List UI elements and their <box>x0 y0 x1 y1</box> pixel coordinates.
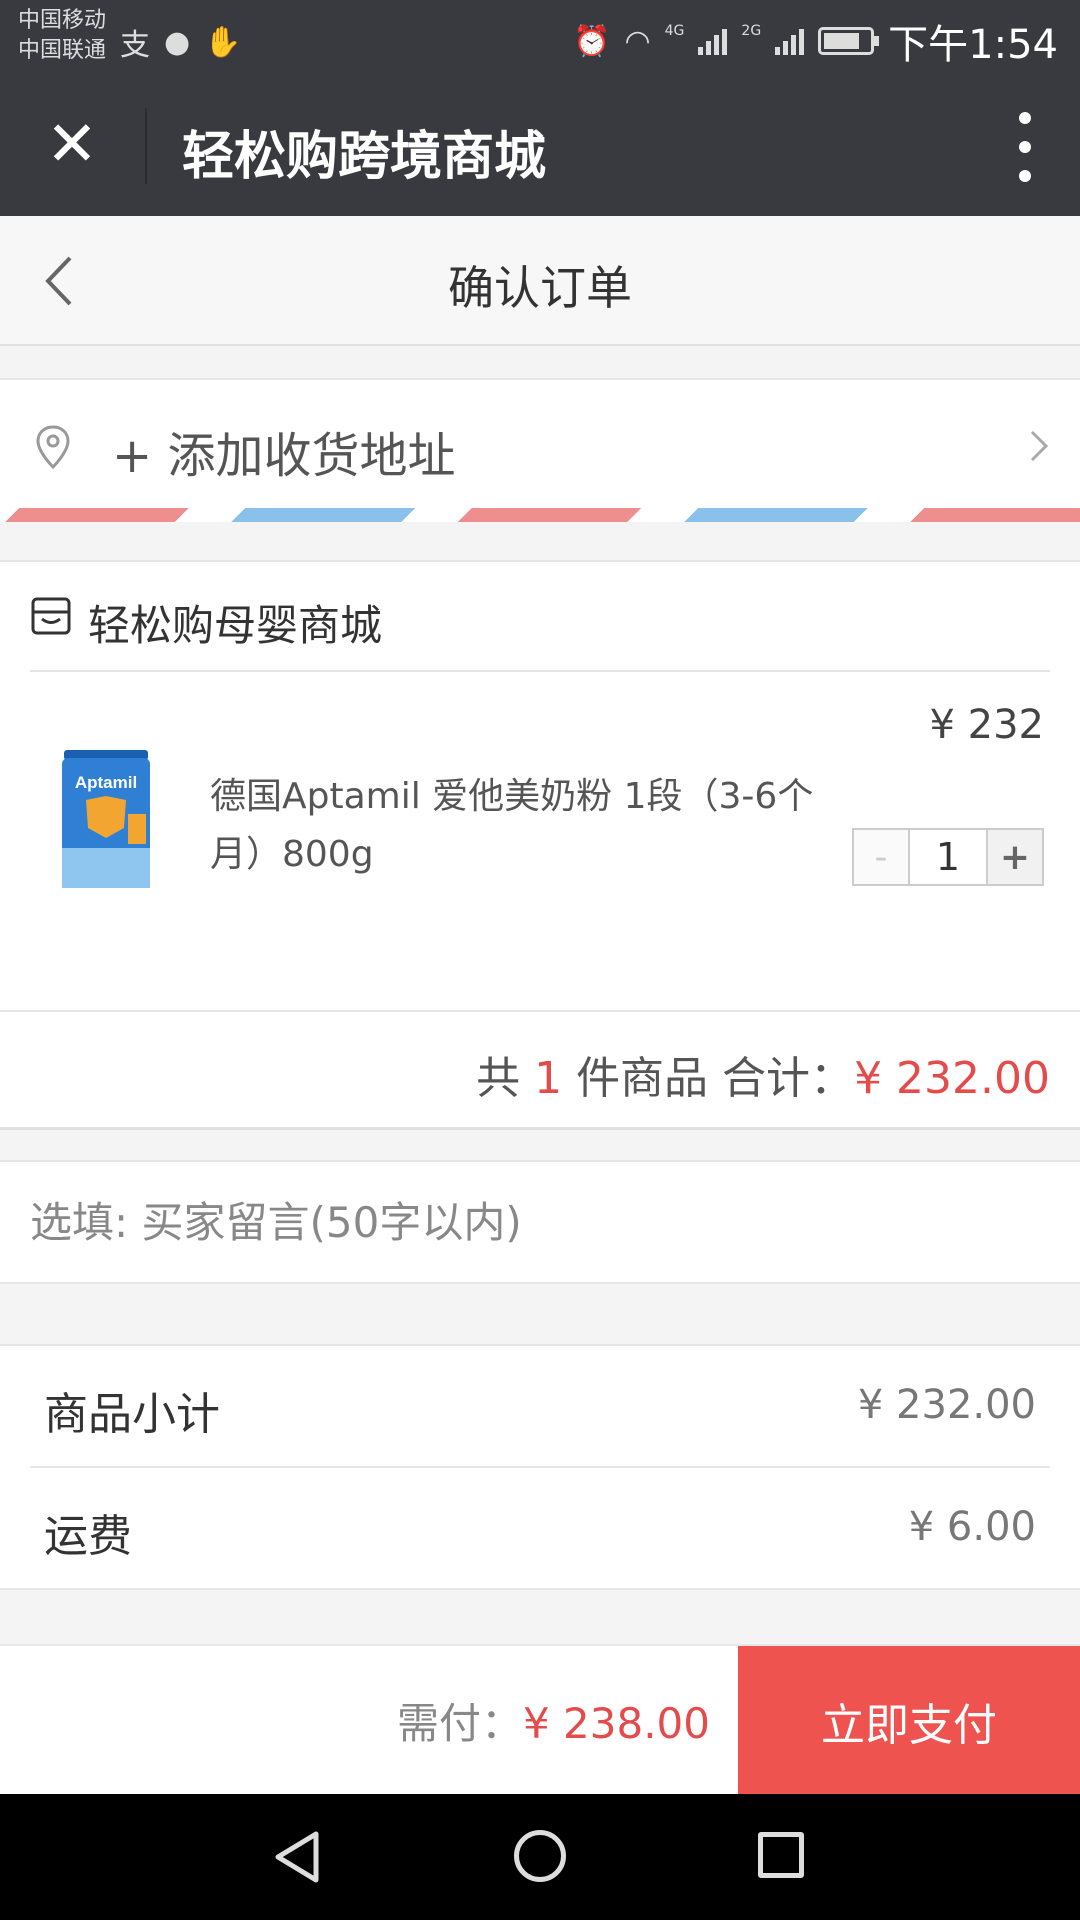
quantity-value[interactable]: 1 <box>910 830 986 884</box>
order-summary: 商品小计 ¥ 232.00 运费 ¥ 6.00 <box>0 1344 1080 1590</box>
amount-due-value: ¥ 238.00 <box>522 1699 710 1748</box>
subtotal-label: 商品小计 <box>44 1389 220 1440</box>
subtotal-value: ¥ 232.00 <box>857 1382 1036 1428</box>
alipay-icon: 支 <box>120 28 150 63</box>
product-image[interactable]: Aptamil <box>56 744 156 894</box>
shipping-row: 运费 ¥ 6.00 <box>30 1468 1050 1590</box>
buyer-message-row <box>0 1160 1080 1284</box>
network-2g-label: 2G <box>741 23 762 39</box>
buyer-message-input[interactable] <box>30 1162 1030 1282</box>
shop-name: 轻松购母婴商城 <box>88 601 383 650</box>
app-title: 轻松购跨境商城 <box>182 127 547 187</box>
close-icon[interactable]: ✕ <box>42 113 102 175</box>
nav-home-icon[interactable] <box>514 1830 566 1882</box>
total-prefix: 共 <box>476 1053 521 1104</box>
android-nav-bar <box>0 1794 1080 1920</box>
wifi-icon: ◠ <box>624 23 651 59</box>
total-middle: 件商品 合计： <box>576 1053 855 1104</box>
shop-header: 轻松购母婴商城 <box>30 562 1050 672</box>
amount-due-label: 需付： <box>396 1699 523 1748</box>
nav-recents-icon[interactable] <box>758 1832 804 1878</box>
carrier-1: 中国移动 <box>18 8 107 33</box>
amount-due: 需付：¥ 238.00 <box>397 1690 710 1751</box>
hand-icon: ✋ <box>204 24 242 60</box>
increase-quantity-button[interactable]: + <box>986 830 1042 884</box>
shipping-label: 运费 <box>44 1511 132 1562</box>
item-count: 1 <box>534 1053 563 1104</box>
notification-icons: 支 ● ✋ <box>120 20 242 64</box>
status-icons: ⏰ ◠ 4G 2G 下午1:54 <box>573 12 1058 70</box>
carrier-2: 中国联通 <box>18 38 107 63</box>
shop-total: 共 1 件商品 合计：¥ 232.00 <box>476 1042 1050 1106</box>
battery-level <box>824 33 860 49</box>
add-address-row[interactable]: + 添加收货地址 <box>0 378 1080 508</box>
add-address-label: + 添加收货地址 <box>112 428 456 484</box>
page-header: 确认订单 <box>0 216 1080 346</box>
location-pin-icon <box>36 425 70 470</box>
pay-now-button[interactable]: 立即支付 <box>738 1646 1080 1796</box>
total-amount: ¥ 232.00 <box>854 1053 1050 1104</box>
subtotal-row: 商品小计 ¥ 232.00 <box>30 1346 1050 1468</box>
nav-back-icon[interactable] <box>272 1830 322 1884</box>
carrier-info: 中国移动 中国联通 <box>18 6 106 66</box>
product-image-brand: Aptamil <box>75 773 137 792</box>
app-bar: ✕ 轻松购跨境商城 <box>0 76 1080 216</box>
app-bar-divider <box>145 108 147 184</box>
quantity-stepper: - 1 + <box>852 828 1044 886</box>
chevron-right-icon <box>1030 430 1049 462</box>
airmail-border <box>0 508 1080 522</box>
shop-total-row: 共 1 件商品 合计：¥ 232.00 <box>0 1010 1080 1132</box>
decrease-quantity-button[interactable]: - <box>854 830 910 884</box>
page-title: 确认订单 <box>448 261 632 315</box>
shipping-value: ¥ 6.00 <box>908 1504 1036 1550</box>
signal-2g-icon <box>775 27 805 55</box>
more-options-icon[interactable] <box>1018 112 1032 182</box>
product-title[interactable]: 德国Aptamil 爱他美奶粉 1段（3-6个月）800g <box>210 768 850 884</box>
product-price: ¥ 232 <box>929 702 1044 748</box>
chat-bubble-icon: ● <box>164 24 191 60</box>
status-bar: 中国移动 中国联通 支 ● ✋ ⏰ ◠ 4G 2G 下午1:54 <box>0 0 1080 76</box>
store-icon <box>31 597 71 635</box>
battery-icon <box>818 27 880 55</box>
pay-bar: 需付：¥ 238.00 立即支付 <box>0 1644 1080 1796</box>
clock: 下午1:54 <box>888 22 1058 68</box>
network-4g-label: 4G <box>664 23 685 39</box>
alarm-icon: ⏰ <box>573 23 611 59</box>
shop-section: 轻松购母婴商城 Aptamil 德国Aptamil 爱他美奶粉 1段（3-6个月… <box>0 560 1080 1130</box>
signal-4g-icon <box>698 27 728 55</box>
